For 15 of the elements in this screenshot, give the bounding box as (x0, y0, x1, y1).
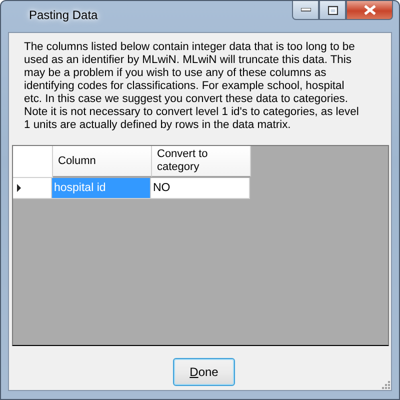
grid-corner-cell (13, 146, 53, 178)
message-text: The columns listed below contain integer data that is too long to be used as an identifier by MLwiN. MLwiN will truncate this data. This may be a problem if you wish to use any of these columns as identifying codes for classifications. For example school, hospital etc. In this case we suggest you convert these data to categories. Note it is not necessary to convert level 1 id's to categories, as level 1 units are actually defined by rows in the data matrix. (24, 41, 360, 132)
maximize-icon (328, 6, 338, 14)
done-button[interactable]: Done (173, 358, 235, 386)
resize-grip-icon (380, 379, 390, 389)
close-button[interactable] (346, 1, 393, 20)
minimize-button[interactable] (292, 1, 319, 20)
column-header[interactable]: Convert to category (152, 146, 251, 177)
column-header[interactable]: Column (53, 146, 152, 177)
close-icon (364, 5, 376, 15)
table-cell[interactable]: NO (151, 178, 250, 199)
window-title: Pasting Data (29, 8, 98, 22)
minimize-icon (300, 8, 310, 12)
row-header[interactable] (13, 178, 52, 199)
maximize-button[interactable] (319, 1, 346, 20)
